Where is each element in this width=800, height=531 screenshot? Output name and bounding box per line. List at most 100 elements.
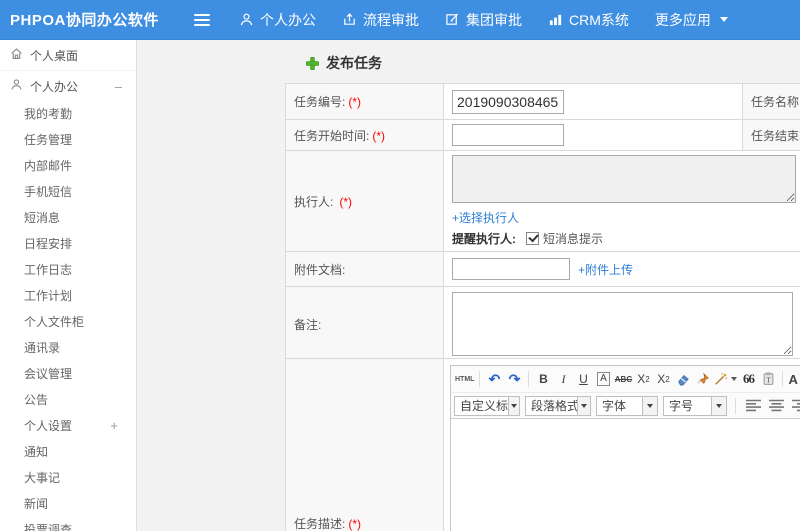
- task-name-label: 任务名称:(*): [742, 83, 800, 120]
- app-logo: PHPOA协同办公软件: [10, 12, 159, 29]
- eraser-icon[interactable]: [674, 369, 692, 389]
- table-row: 执行人: (*) +选择执行人 提醒执行人: 短消息提示: [285, 150, 800, 252]
- table-row: 任务编号:(*) 任务名称:(*): [285, 83, 800, 120]
- remark-textarea[interactable]: [452, 292, 793, 356]
- table-row: 任务开始时间:(*) 任务结束时间:(*): [285, 119, 800, 151]
- attachment-input[interactable]: [452, 258, 570, 280]
- table-row: 备注:: [285, 286, 800, 362]
- task-number-label: 任务编号: (*): [285, 83, 444, 120]
- task-number-input[interactable]: [452, 89, 564, 114]
- rich-text-editor: HTML ↶ ↷ B I U A ABC X2 X2 66 T A 自定义标 段…: [450, 365, 800, 531]
- paste-icon[interactable]: T: [759, 369, 777, 389]
- subscript-button[interactable]: X2: [654, 369, 672, 389]
- align-left-icon[interactable]: [744, 396, 762, 416]
- start-time-input[interactable]: [452, 124, 564, 146]
- choose-executor-link[interactable]: +选择执行人: [452, 211, 519, 225]
- executor-textarea[interactable]: [452, 155, 796, 203]
- add-icon: [305, 56, 320, 71]
- format-brush-icon[interactable]: [694, 369, 712, 389]
- attachment-upload-link[interactable]: +附件上传: [578, 261, 633, 278]
- page-title: 发布任务: [305, 53, 382, 73]
- redo-icon[interactable]: ↷: [505, 369, 523, 389]
- sidebar-item-vote-survey[interactable]: 投票调查: [0, 517, 136, 531]
- sidebar-item-internal-mail[interactable]: 内部邮件: [0, 153, 136, 179]
- caret-down-icon: [719, 17, 728, 22]
- sidebar-item-work-diary[interactable]: 工作日志: [0, 257, 136, 283]
- sidebar-item-notice[interactable]: 通知: [0, 439, 136, 465]
- start-time-label: 任务开始时间: (*): [285, 119, 444, 151]
- end-time-label: 任务结束时间:(*): [742, 119, 800, 151]
- sidebar-item-work-plan[interactable]: 工作计划: [0, 283, 136, 309]
- remark-label: 备注:: [285, 286, 444, 362]
- nav-item-group-approval[interactable]: 集团审批: [432, 0, 535, 40]
- user-icon: [10, 78, 23, 94]
- nav-item-crm-system[interactable]: CRM系统: [535, 0, 642, 40]
- char-border-button[interactable]: A: [594, 369, 612, 389]
- sidebar-submenu: 我的考勤 任务管理 内部邮件 手机短信 短消息 日程安排 工作日志 工作计划 个…: [0, 101, 136, 531]
- superscript-button[interactable]: X2: [634, 369, 652, 389]
- italic-button[interactable]: I: [554, 369, 572, 389]
- sidebar-item-my-attendance[interactable]: 我的考勤: [0, 101, 136, 127]
- strikethrough-button[interactable]: ABC: [614, 369, 632, 389]
- top-navbar: PHPOA协同办公软件 个人办公 流程审批 集团审批 CRM系统 更多应用: [0, 0, 800, 40]
- nav-item-personal-office[interactable]: 个人办公: [226, 0, 329, 40]
- svg-text:T: T: [766, 377, 771, 385]
- font-family-select[interactable]: 字体: [596, 395, 658, 416]
- chevron-down-icon: [711, 396, 726, 415]
- sidebar-item-desktop[interactable]: 个人桌面: [0, 40, 136, 71]
- undo-icon[interactable]: ↶: [485, 369, 503, 389]
- sidebar-item-meeting-management[interactable]: 会议管理: [0, 361, 136, 387]
- hamburger-menu-icon[interactable]: [194, 13, 210, 26]
- expand-plus-icon[interactable]: +: [110, 413, 118, 439]
- sms-remind-option-label: 短消息提示: [543, 232, 604, 246]
- edit-icon: [445, 12, 460, 27]
- task-description-label: 任务描述: (*): [285, 358, 444, 531]
- html-source-button[interactable]: HTML: [455, 369, 474, 389]
- chevron-down-icon: [507, 396, 519, 415]
- custom-title-select[interactable]: 自定义标题: [454, 395, 520, 416]
- required-mark: (*): [348, 95, 362, 109]
- remind-executor-label: 提醒执行人:: [452, 232, 516, 246]
- collapse-minus-icon[interactable]: –: [115, 79, 122, 94]
- paragraph-format-select[interactable]: 段落格式: [525, 395, 591, 416]
- sidebar-item-personal-settings[interactable]: 个人设置 +: [0, 413, 136, 439]
- nav-item-workflow-approval[interactable]: 流程审批: [329, 0, 432, 40]
- sidebar-item-mobile-sms[interactable]: 手机短信: [0, 179, 136, 205]
- underline-button[interactable]: U: [574, 369, 592, 389]
- sidebar-item-memorabilia[interactable]: 大事记: [0, 465, 136, 491]
- main-content: 发布任务 任务编号:(*) 任务名称:(*) 任务开始时间:(*) 任务结束时间…: [138, 40, 800, 531]
- sidebar-group-personal-office[interactable]: 个人办公 –: [0, 71, 136, 101]
- font-color-button[interactable]: A: [788, 369, 800, 389]
- home-icon: [10, 47, 23, 63]
- align-right-icon[interactable]: [790, 396, 800, 416]
- editor-toolbar-row2: 自定义标题 段落格式 字体 字号: [451, 393, 800, 419]
- autotypeset-wand-icon[interactable]: [714, 369, 738, 389]
- sidebar-item-task-management[interactable]: 任务管理: [0, 127, 136, 153]
- sms-remind-checkbox[interactable]: [526, 232, 539, 245]
- required-mark: (*): [372, 128, 386, 143]
- table-row: 附件文档: +附件上传: [285, 251, 800, 287]
- flow-icon: [342, 12, 357, 27]
- chevron-down-icon: [642, 396, 657, 415]
- sidebar-item-short-message[interactable]: 短消息: [0, 205, 136, 231]
- sidebar-item-personal-files[interactable]: 个人文件柜: [0, 309, 136, 335]
- blockquote-button[interactable]: 66: [739, 369, 757, 389]
- sidebar-item-schedule[interactable]: 日程安排: [0, 231, 136, 257]
- sidebar: 个人桌面 个人办公 – 我的考勤 任务管理 内部邮件 手机短信 短消息 日程安排…: [0, 40, 137, 531]
- bold-button[interactable]: B: [534, 369, 552, 389]
- align-center-icon[interactable]: [767, 396, 785, 416]
- nav-item-more-apps[interactable]: 更多应用: [642, 0, 741, 40]
- sidebar-item-contacts[interactable]: 通讯录: [0, 335, 136, 361]
- sidebar-item-announcement[interactable]: 公告: [0, 387, 136, 413]
- nav-menu: 个人办公 流程审批 集团审批 CRM系统 更多应用: [226, 0, 741, 40]
- editor-toolbar-row1: HTML ↶ ↷ B I U A ABC X2 X2 66 T A: [451, 366, 800, 393]
- table-row: 任务描述: (*) HTML ↶ ↷ B I U A ABC X2 X 2 66…: [285, 358, 800, 531]
- chart-icon: [548, 12, 563, 27]
- sidebar-item-news[interactable]: 新闻: [0, 491, 136, 517]
- editor-content-area[interactable]: [451, 419, 800, 531]
- font-size-select[interactable]: 字号: [663, 395, 727, 416]
- required-mark: (*): [348, 516, 362, 531]
- user-icon: [239, 12, 254, 27]
- task-form-table: 任务编号:(*) 任务名称:(*) 任务开始时间:(*) 任务结束时间:(*) …: [285, 83, 800, 362]
- attachment-label: 附件文档:: [285, 251, 444, 287]
